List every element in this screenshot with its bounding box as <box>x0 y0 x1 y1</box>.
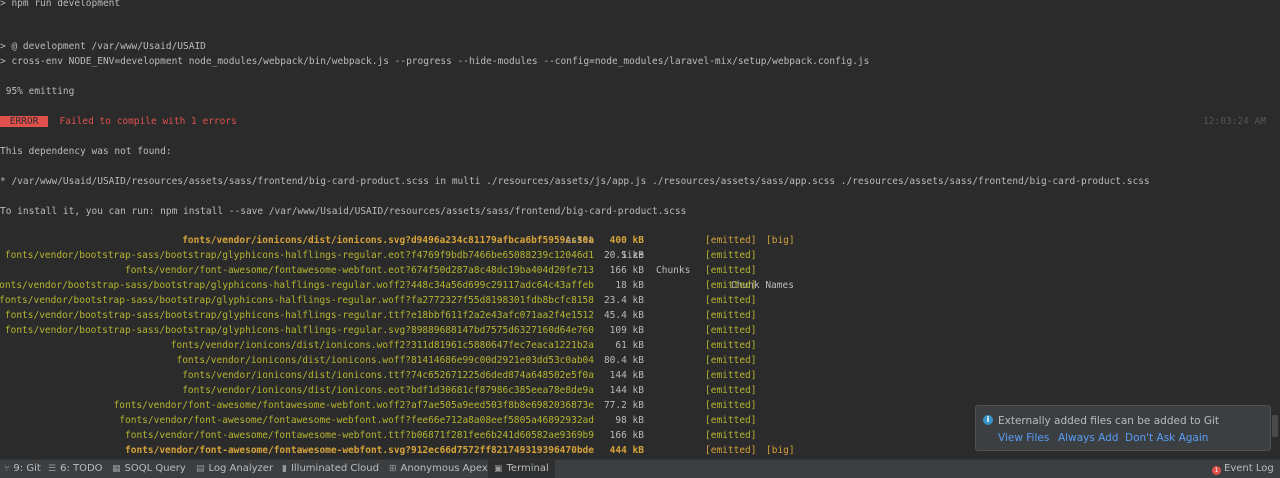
size-cell: 98 kB <box>615 415 644 426</box>
script-line: > @ development /var/www/Usaid/USAID <box>0 41 206 52</box>
git-branch-icon: ⑂ <box>4 464 10 474</box>
emitted-cell: [emitted] <box>705 370 757 381</box>
cross-env-line: > cross-env NODE_ENV=development node_mo… <box>0 56 870 67</box>
dont-ask-again-link[interactable]: Don't Ask Again <box>1125 432 1208 444</box>
notification-message: Externally added files can be added to G… <box>998 415 1219 427</box>
tab-illuminated-cloud[interactable]: ▮ Illuminated Cloud <box>282 460 379 478</box>
emitted-cell: [emitted] <box>705 385 757 396</box>
size-cell: 166 kB <box>609 265 644 276</box>
command-line: > npm run development <box>0 0 121 9</box>
emitted-cell: [emitted] <box>705 325 757 336</box>
chunk-names-cell: [big] <box>766 235 795 246</box>
terminal-icon: ▣ <box>494 464 503 474</box>
tab-terminal[interactable]: ▣ Terminal <box>488 460 555 478</box>
size-cell: 144 kB <box>609 385 644 396</box>
emitted-cell: [emitted] <box>705 310 757 321</box>
asset-cell: fonts/vendor/bootstrap-sass/bootstrap/gl… <box>4 250 594 261</box>
emitted-cell: [emitted] <box>705 265 757 276</box>
size-cell: 144 kB <box>609 370 644 381</box>
always-add-link[interactable]: Always Add <box>1058 432 1118 444</box>
table-row: fonts/vendor/ionicons/dist/ionicons.svg?… <box>0 233 1270 248</box>
cloud-icon: ▮ <box>282 464 287 474</box>
error-line: ERROR Failed to compile with 1 errors <box>0 116 237 128</box>
size-cell: 109 kB <box>609 325 644 336</box>
table-row: fonts/vendor/ionicons/dist/ionicons.ttf?… <box>0 368 1270 383</box>
emitted-cell: [emitted] <box>705 280 757 291</box>
emitted-cell: [emitted] <box>705 295 757 306</box>
terminal-scrollbar[interactable] <box>1272 415 1278 437</box>
chunk-names-cell: [big] <box>766 445 795 456</box>
error-badge: ERROR <box>0 116 49 127</box>
table-header: Asset Size Chunks Chunk Names <box>0 218 1270 291</box>
asset-cell: fonts/vendor/ionicons/dist/ionicons.woff… <box>176 355 594 366</box>
tab-todo[interactable]: ☰ 6: TODO <box>48 460 103 478</box>
table-row: fonts/vendor/font-awesome/fontawesome-we… <box>0 263 1270 278</box>
asset-cell: fonts/vendor/font-awesome/fontawesome-we… <box>125 445 594 456</box>
asset-cell: fonts/vendor/bootstrap-sass/bootstrap/gl… <box>4 325 594 336</box>
table-row: fonts/vendor/bootstrap-sass/bootstrap/gl… <box>0 278 1270 293</box>
asset-cell: fonts/vendor/ionicons/dist/ionicons.ttf?… <box>182 370 594 381</box>
size-cell: 18 kB <box>615 280 644 291</box>
size-cell: 400 kB <box>609 235 644 246</box>
emitted-cell: [emitted] <box>705 235 757 246</box>
tab-log-analyzer[interactable]: ▤ Log Analyzer <box>196 460 273 478</box>
progress-line: 95% emitting <box>0 86 75 97</box>
emitted-cell: [emitted] <box>705 400 757 411</box>
size-cell: 45.4 kB <box>603 310 644 321</box>
tab-anonymous-apex[interactable]: ⊞ Anonymous Apex <box>389 460 488 478</box>
error-message: Failed to compile with 1 errors <box>59 116 237 127</box>
asset-cell: fonts/vendor/bootstrap-sass/bootstrap/gl… <box>0 280 594 291</box>
table-row: fonts/vendor/ionicons/dist/ionicons.woff… <box>0 338 1270 353</box>
size-cell: 20.1 kB <box>603 250 644 261</box>
size-cell: 61 kB <box>615 340 644 351</box>
missing-dependency-line: * /var/www/Usaid/USAID/resources/assets/… <box>0 176 1150 187</box>
git-notification: i Externally added files can be added to… <box>975 405 1271 451</box>
tool-window-bar: ⑂ 9: Git ☰ 6: TODO ▦ SOQL Query ▤ Log Analyz… <box>0 459 1280 478</box>
tab-git[interactable]: ⑂ 9: Git <box>4 460 41 478</box>
size-cell: 166 kB <box>609 430 644 441</box>
terminal-output[interactable]: > npm run development > @ development /v… <box>0 0 1270 459</box>
size-cell: 80.4 kB <box>603 355 644 366</box>
asset-cell: fonts/vendor/ionicons/dist/ionicons.svg?… <box>182 235 594 246</box>
asset-cell: fonts/vendor/font-awesome/fontawesome-we… <box>119 415 594 426</box>
table-row: fonts/vendor/bootstrap-sass/bootstrap/gl… <box>0 323 1270 338</box>
install-hint: To install it, you can run: npm install … <box>0 206 687 217</box>
emitted-cell: [emitted] <box>705 355 757 366</box>
event-log-badge-icon: 1 <box>1212 466 1221 475</box>
view-files-link[interactable]: View Files <box>998 432 1049 444</box>
event-log-button[interactable]: 1 Event Log <box>1212 460 1274 478</box>
timestamp: 12:03:24 AM <box>1203 116 1266 127</box>
tab-soql-query[interactable]: ▦ SOQL Query <box>112 460 186 478</box>
dependency-message: This dependency was not found: <box>0 146 172 157</box>
soql-icon: ▦ <box>112 464 121 474</box>
asset-cell: fonts/vendor/font-awesome/fontawesome-we… <box>125 265 594 276</box>
table-row: fonts/vendor/bootstrap-sass/bootstrap/gl… <box>0 248 1270 263</box>
table-row: fonts/vendor/ionicons/dist/ionicons.woff… <box>0 353 1270 368</box>
asset-cell: fonts/vendor/ionicons/dist/ionicons.woff… <box>170 340 594 351</box>
table-row: fonts/vendor/bootstrap-sass/bootstrap/gl… <box>0 308 1270 323</box>
emitted-cell: [emitted] <box>705 250 757 261</box>
size-cell: 77.2 kB <box>603 400 644 411</box>
info-icon: i <box>983 415 993 425</box>
log-icon: ▤ <box>196 464 205 474</box>
emitted-cell: [emitted] <box>705 430 757 441</box>
todo-icon: ☰ <box>48 464 57 474</box>
emitted-cell: [emitted] <box>705 415 757 426</box>
size-cell: 23.4 kB <box>603 295 644 306</box>
emitted-cell: [emitted] <box>705 340 757 351</box>
apex-icon: ⊞ <box>389 464 397 474</box>
asset-cell: fonts/vendor/bootstrap-sass/bootstrap/gl… <box>0 295 594 306</box>
asset-cell: fonts/vendor/font-awesome/fontawesome-we… <box>125 430 594 441</box>
asset-cell: fonts/vendor/ionicons/dist/ionicons.eot?… <box>182 385 594 396</box>
table-row: fonts/vendor/ionicons/dist/ionicons.eot?… <box>0 383 1270 398</box>
asset-cell: fonts/vendor/font-awesome/fontawesome-we… <box>113 400 594 411</box>
table-row: fonts/vendor/bootstrap-sass/bootstrap/gl… <box>0 293 1270 308</box>
size-cell: 444 kB <box>609 445 644 456</box>
asset-cell: fonts/vendor/bootstrap-sass/bootstrap/gl… <box>4 310 594 321</box>
emitted-cell: [emitted] <box>705 445 757 456</box>
